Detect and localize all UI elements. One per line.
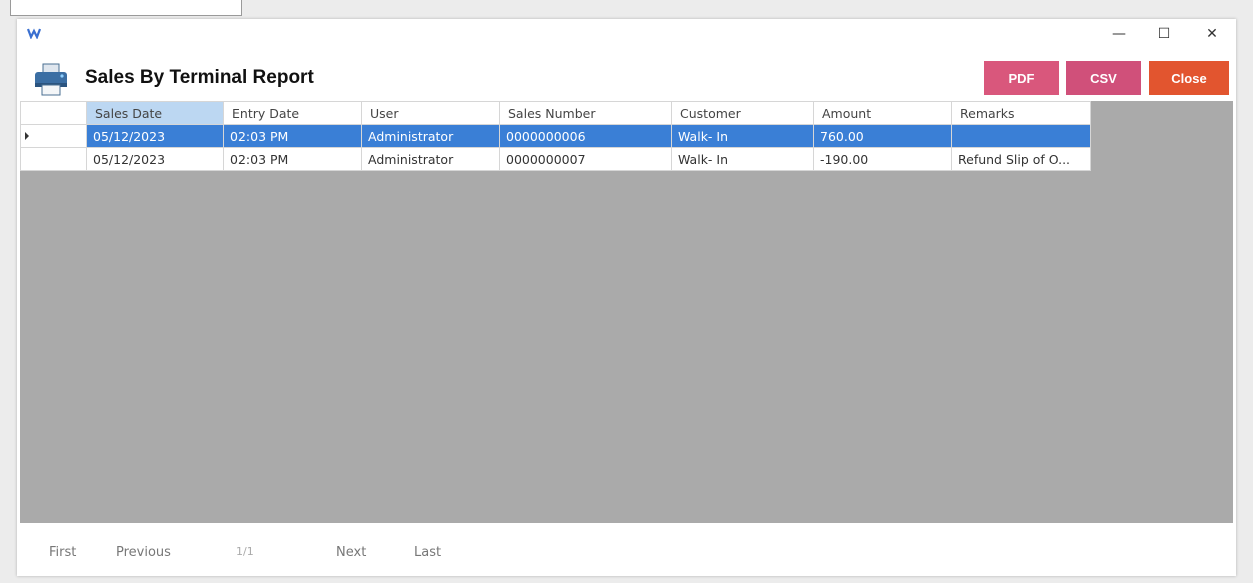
current-row-indicator-icon: [25, 132, 29, 140]
cell-sales-number[interactable]: 0000000007: [499, 147, 672, 171]
report-window: — ☐ ✕ Sales By Terminal Report PDF CSV C…: [17, 19, 1236, 576]
cell-sales-number[interactable]: 0000000006: [499, 124, 672, 148]
cell-sales-date[interactable]: 05/12/2023: [86, 124, 224, 148]
column-header-entry-date[interactable]: Entry Date: [223, 101, 362, 125]
title-bar: — ☐ ✕: [17, 19, 1236, 49]
background-input-field[interactable]: [10, 0, 242, 16]
pdf-button[interactable]: PDF: [984, 61, 1059, 95]
table-row[interactable]: 05/12/2023 02:03 PM Administrator 000000…: [20, 124, 1091, 148]
cell-sales-date[interactable]: 05/12/2023: [86, 147, 224, 171]
close-button[interactable]: Close: [1149, 61, 1229, 95]
table-header-row: Sales Date Entry Date User Sales Number …: [20, 101, 1091, 125]
cell-user[interactable]: Administrator: [361, 124, 500, 148]
maximize-button[interactable]: ☐: [1149, 23, 1179, 45]
table-row[interactable]: 05/12/2023 02:03 PM Administrator 000000…: [20, 147, 1091, 171]
next-page-button[interactable]: Next: [336, 545, 366, 560]
cell-entry-date[interactable]: 02:03 PM: [223, 124, 362, 148]
page-indicator: 1/1: [236, 545, 254, 558]
cell-user[interactable]: Administrator: [361, 147, 500, 171]
cell-amount[interactable]: -190.00: [813, 147, 952, 171]
pagination-bar: First Previous 1/1 Next Last: [17, 539, 1236, 569]
cell-remarks[interactable]: Refund Slip of O...: [951, 147, 1091, 171]
cell-remarks[interactable]: [951, 124, 1091, 148]
last-page-button[interactable]: Last: [414, 545, 441, 560]
sales-table[interactable]: Sales Date Entry Date User Sales Number …: [20, 101, 1091, 171]
app-logo-icon: [27, 28, 41, 39]
cell-amount[interactable]: 760.00: [813, 124, 952, 148]
previous-page-button[interactable]: Previous: [116, 545, 171, 560]
window-close-button[interactable]: ✕: [1197, 23, 1227, 45]
cell-customer[interactable]: Walk- In: [671, 124, 814, 148]
row-header-corner[interactable]: [20, 101, 87, 125]
first-page-button[interactable]: First: [49, 545, 76, 560]
printer-icon: [35, 63, 67, 96]
cell-entry-date[interactable]: 02:03 PM: [223, 147, 362, 171]
column-header-sales-number[interactable]: Sales Number: [499, 101, 672, 125]
column-header-remarks[interactable]: Remarks: [951, 101, 1091, 125]
report-header: Sales By Terminal Report PDF CSV Close: [17, 55, 1236, 101]
minimize-button[interactable]: —: [1104, 23, 1134, 45]
column-header-customer[interactable]: Customer: [671, 101, 814, 125]
row-header[interactable]: [20, 124, 87, 148]
csv-button[interactable]: CSV: [1066, 61, 1141, 95]
cell-customer[interactable]: Walk- In: [671, 147, 814, 171]
data-grid-area[interactable]: Sales Date Entry Date User Sales Number …: [20, 101, 1233, 523]
column-header-sales-date[interactable]: Sales Date: [86, 101, 224, 125]
row-header[interactable]: [20, 147, 87, 171]
page-title: Sales By Terminal Report: [85, 67, 314, 88]
column-header-user[interactable]: User: [361, 101, 500, 125]
column-header-amount[interactable]: Amount: [813, 101, 952, 125]
